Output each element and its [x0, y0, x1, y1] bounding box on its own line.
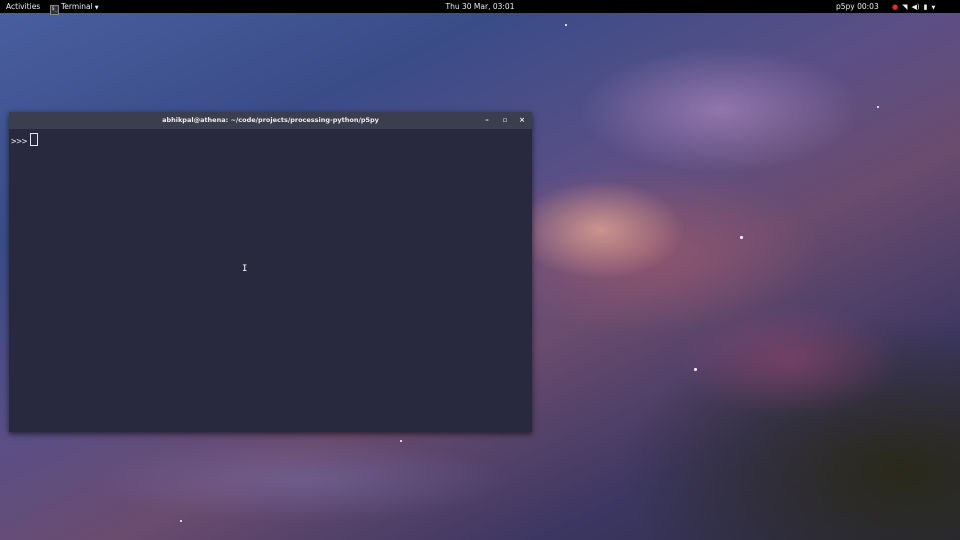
- power-icon: ▮: [923, 3, 928, 11]
- chevron-down-icon: ▼: [931, 5, 936, 11]
- wallpaper-star: [694, 368, 697, 371]
- minimize-button[interactable]: –: [481, 112, 493, 129]
- recording-status[interactable]: p5py 00:03: [836, 0, 879, 13]
- wallpaper-star: [565, 24, 567, 26]
- terminal-content[interactable]: >>> I: [9, 129, 532, 432]
- wallpaper-star: [180, 520, 182, 522]
- clock[interactable]: Thu 30 Mar, 03:01: [0, 0, 960, 13]
- wifi-icon: ◥: [902, 3, 908, 11]
- desktop-wallpaper: Activities $_ Terminal ▼ Thu 30 Mar, 03:01…: [0, 0, 960, 540]
- ibeam-cursor-icon: I: [242, 264, 248, 274]
- maximize-button[interactable]: ▫: [499, 112, 511, 129]
- wallpaper-star: [877, 106, 879, 108]
- volume-icon: ◀): [911, 3, 920, 11]
- close-button[interactable]: ×: [516, 112, 528, 129]
- record-icon: ●: [892, 3, 899, 11]
- terminal-window[interactable]: abhikpal@athena: ~/code/projects/process…: [9, 112, 532, 432]
- system-status-menu[interactable]: ● ◥ ◀) ▮ ▼: [892, 0, 939, 13]
- python-prompt: >>>: [11, 137, 28, 147]
- window-title: abhikpal@athena: ~/code/projects/process…: [162, 116, 379, 124]
- text-cursor: [30, 133, 39, 146]
- wallpaper-star: [400, 440, 402, 442]
- top-bar: Activities $_ Terminal ▼ Thu 30 Mar, 03:01…: [0, 0, 960, 15]
- wallpaper-star: [740, 236, 743, 239]
- prompt-line: >>>: [11, 133, 39, 147]
- terminal-titlebar[interactable]: abhikpal@athena: ~/code/projects/process…: [9, 112, 532, 129]
